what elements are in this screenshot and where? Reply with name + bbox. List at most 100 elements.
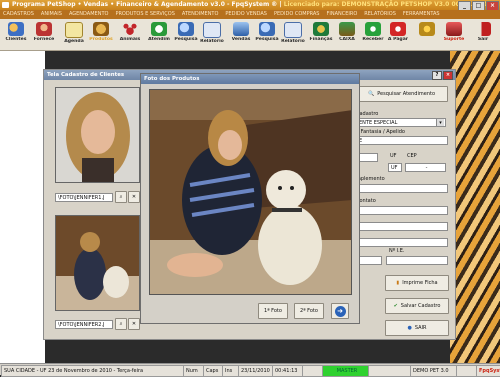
client-type-select[interactable]: ENTE ESPECIAL ▾ <box>356 118 446 127</box>
client-photo-2 <box>55 215 140 311</box>
menu-agendamento[interactable]: AGENDAMENTO <box>69 10 109 19</box>
pay-icon <box>390 22 406 36</box>
fantasia-field[interactable]: E <box>356 136 448 145</box>
toolbar-financas-button[interactable]: Finanças <box>308 20 334 50</box>
close-button[interactable]: × <box>486 1 499 10</box>
photo1-delete-button[interactable]: ✕ <box>128 191 140 203</box>
app-icon <box>2 2 9 8</box>
toolbar-pesquisa-button[interactable]: Pesquisa <box>173 20 199 50</box>
toolbar-sair-button[interactable]: Sair <box>470 20 496 50</box>
support-icon <box>446 22 462 36</box>
search-icon: ⌕ <box>119 194 123 200</box>
tiger-wallpaper <box>450 51 500 363</box>
photo2-search-button[interactable]: ⌕ <box>115 318 127 330</box>
receive-icon <box>365 22 381 36</box>
toolbar-relatorio2-button[interactable]: Relatório <box>280 20 306 50</box>
cep-field[interactable]: - <box>405 163 446 172</box>
second-photo-button[interactable]: 2ª Foto <box>294 303 324 319</box>
photo1-path-field[interactable]: \FOTO\JENNIFER1.J <box>55 193 113 202</box>
toolbar-extra-button[interactable] <box>414 20 440 50</box>
exit-button[interactable]: ● SAIR <box>385 320 449 336</box>
ie-field[interactable] <box>386 256 448 265</box>
toolbar-produtos-button[interactable]: Produtos <box>88 20 114 50</box>
printer-icon: ▮ <box>396 280 400 286</box>
arrow-right-icon: ➜ <box>334 305 346 317</box>
photo2-path-field[interactable]: \FOTO\JENNIFER2.J <box>55 320 113 329</box>
status-time: 00:41:13 <box>272 365 306 377</box>
status-blank-2 <box>368 365 414 377</box>
menu-produtos-servicos[interactable]: PRODUTOS E SERVIÇOS <box>115 10 174 19</box>
supplier-icon <box>36 22 52 36</box>
contato-field[interactable] <box>356 206 448 215</box>
cep-label: CEP <box>407 153 417 159</box>
toolbar-fornece-button[interactable]: Fornece <box>31 20 57 50</box>
complemento-field[interactable] <box>356 184 448 193</box>
contact-extra-field[interactable] <box>356 222 448 231</box>
toolbar: Clientes Fornece Agenda Produtos Animais… <box>0 19 500 51</box>
delete-icon: ✕ <box>131 194 137 200</box>
medical-icon <box>151 22 167 36</box>
first-photo-button[interactable]: 1ª Foto <box>258 303 288 319</box>
status-city-date: SUA CIDADE - UF 23 de Novembro de 2010 -… <box>1 365 187 377</box>
menu-pedido-vendas[interactable]: PEDIDO VENDAS <box>225 10 267 19</box>
status-brand: FpqSystem <box>476 365 500 377</box>
search-icon: ⌕ <box>119 321 123 327</box>
clients-close-button[interactable]: × <box>443 71 453 80</box>
agenda-icon <box>65 22 83 38</box>
gear-icon <box>419 22 435 36</box>
product-photo-title: Foto dos Produtos <box>144 76 200 82</box>
money-icon <box>313 22 329 36</box>
cash-register-icon <box>339 22 355 36</box>
chevron-down-icon[interactable]: ▾ <box>436 119 444 126</box>
clients-icon <box>8 22 24 36</box>
photo2-delete-button[interactable]: ✕ <box>128 318 140 330</box>
toolbar-relatorio-button[interactable]: Relatório <box>199 20 225 50</box>
client-photo-1 <box>55 87 140 183</box>
complemento-label: mplemento <box>356 176 385 182</box>
paw-icon <box>122 22 138 36</box>
product-photo-dialog: Foto dos Produtos 1ª Foto 2ª Foto ➜ <box>140 73 360 324</box>
help-button[interactable]: ? <box>432 71 442 80</box>
menu-ferramentas[interactable]: FERRAMENTAS <box>403 10 440 19</box>
save-check-icon: ✔ <box>393 303 398 309</box>
maximize-button[interactable]: □ <box>472 1 485 10</box>
fantasia-label: e Fantasia / Apelido <box>356 129 405 135</box>
toolbar-receber-button[interactable]: Receber <box>360 20 386 50</box>
toolbar-pesquisa2-button[interactable]: Pesquisa <box>254 20 280 50</box>
exit-door-icon <box>475 22 491 36</box>
email-field[interactable] <box>356 238 448 247</box>
search-appointment-button[interactable]: 🔍 Pesquisar Atendimento <box>355 86 448 102</box>
product-photo-image <box>149 89 352 295</box>
toolbar-animais-button[interactable]: Animais <box>117 20 143 50</box>
minimize-button[interactable]: _ <box>458 1 471 10</box>
menu-pedido-compras[interactable]: PEDIDO COMPRAS <box>274 10 320 19</box>
ie-label: Nº I.E. <box>389 248 405 254</box>
toolbar-agenda-button[interactable]: Agenda <box>61 20 87 50</box>
print-sheet-button[interactable]: ▮ Imprime Ficha <box>385 275 449 291</box>
products-icon <box>93 22 109 36</box>
save-client-button[interactable]: ✔ Salvar Cadastro <box>385 298 449 314</box>
toolbar-atendim-button[interactable]: Atendim <box>146 20 172 50</box>
product-photo-title-bar: Foto dos Produtos <box>141 74 359 84</box>
app-title-bar: Programa PetShop • Vendas • Financeiro &… <box>0 0 500 10</box>
report-icon <box>284 22 302 38</box>
toolbar-suporte-button[interactable]: Suporte <box>441 20 467 50</box>
menu-atendimento[interactable]: ATENDIMENTO <box>182 10 219 19</box>
toolbar-caixa-button[interactable]: CAIXA <box>334 20 360 50</box>
photo1-search-button[interactable]: ⌕ <box>115 191 127 203</box>
status-bar: SUA CIDADE - UF 23 de Novembro de 2010 -… <box>0 363 500 377</box>
menu-relatorios[interactable]: RELATÓRIOS <box>364 10 396 19</box>
toolbar-clientes-button[interactable]: Clientes <box>3 20 29 50</box>
uf-field[interactable]: UF <box>388 163 402 172</box>
toolbar-vendas-button[interactable]: Vendas <box>228 20 254 50</box>
menu-animais[interactable]: ANIMAIS <box>41 10 62 19</box>
search-document-icon: 🔍 <box>367 91 375 97</box>
menu-cadastros[interactable]: CADASTROS <box>3 10 34 19</box>
exit-icon: ● <box>407 325 412 331</box>
menu-financeiro[interactable]: FINANCEIRO <box>326 10 357 19</box>
next-button[interactable]: ➜ <box>331 303 349 319</box>
delete-icon: ✕ <box>131 321 137 327</box>
status-date: 23/11/2010 <box>238 365 276 377</box>
toolbar-apagar-button[interactable]: A Pagar <box>385 20 411 50</box>
status-master-badge: MASTER <box>322 365 372 377</box>
